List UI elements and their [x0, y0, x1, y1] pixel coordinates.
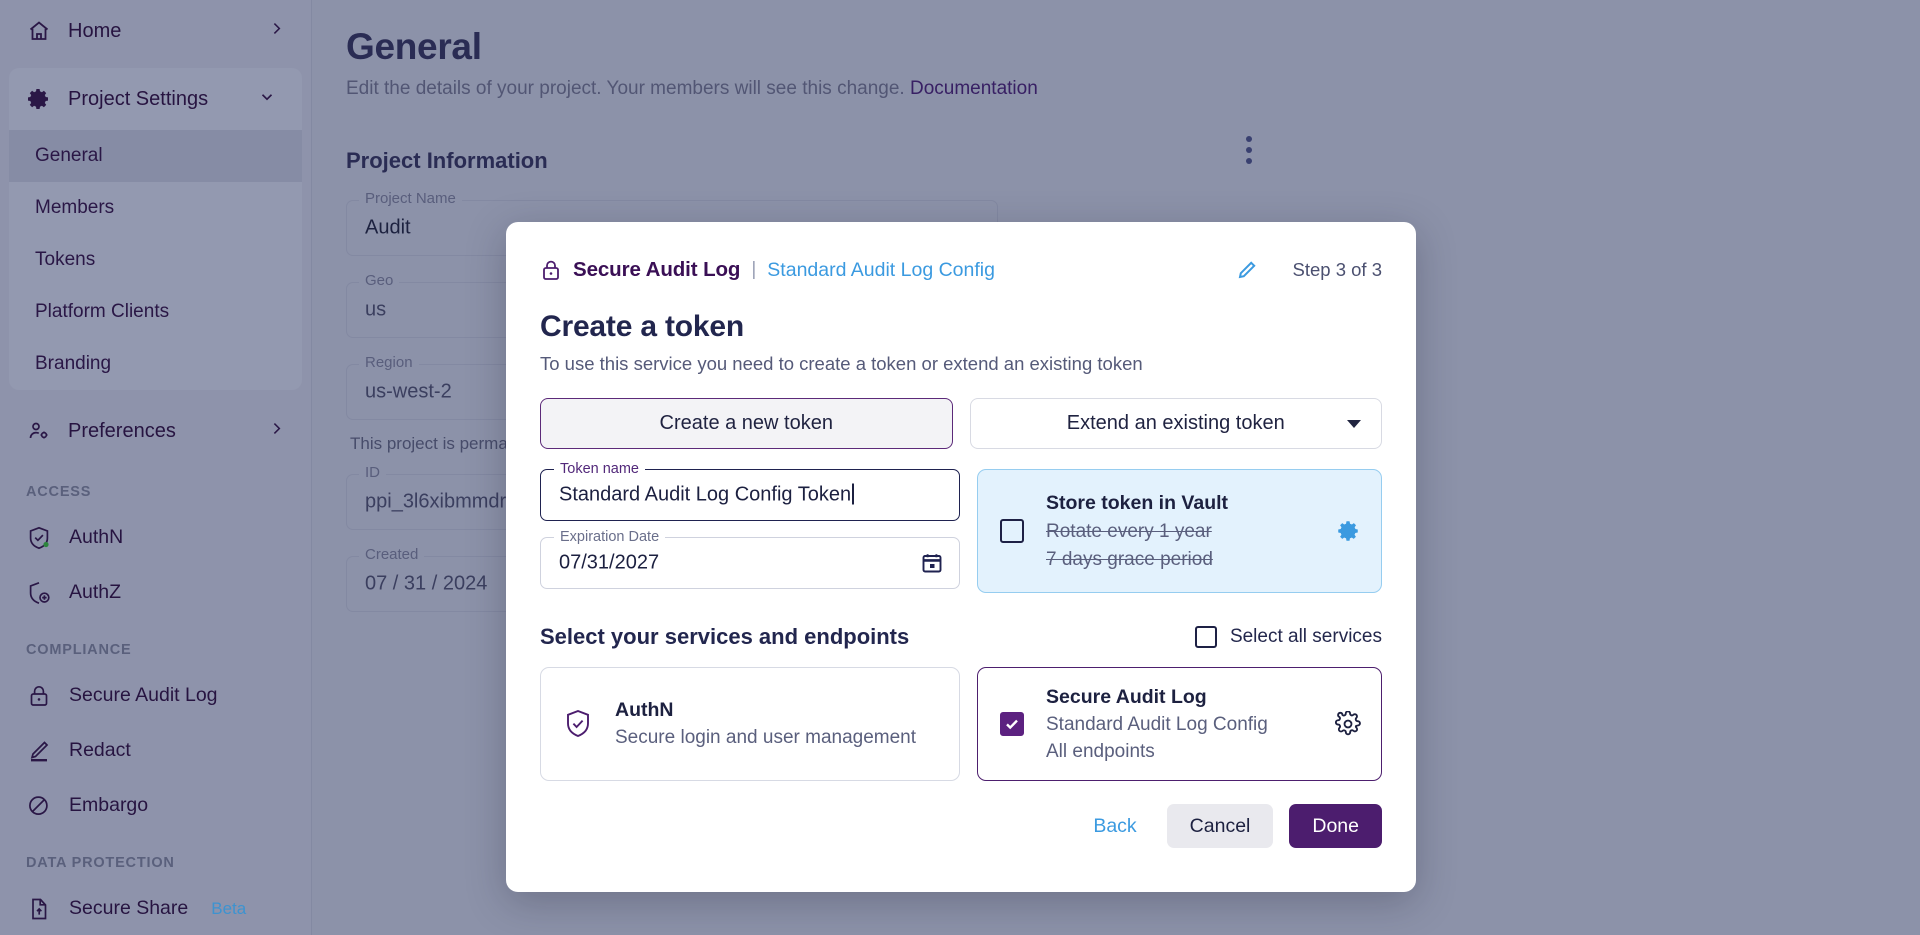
select-all-checkbox[interactable] [1194, 626, 1217, 648]
create-new-token-label: Create a new token [659, 412, 833, 434]
expiration-date-value: 07/31/2027 [559, 551, 660, 574]
token-name-label: Token name [554, 461, 645, 477]
token-details-row: Token name Standard Audit Log Config Tok… [540, 461, 1382, 593]
create-token-dialog: Secure Audit Log | Standard Audit Log Co… [506, 222, 1416, 892]
services-heading: Select your services and endpoints [540, 624, 910, 649]
extend-existing-token-label: Extend an existing token [1066, 412, 1285, 434]
cancel-button[interactable]: Cancel [1166, 804, 1274, 848]
service-card-secure-audit-log[interactable]: Secure Audit Log Standard Audit Log Conf… [977, 667, 1382, 781]
extend-existing-token-button[interactable]: Extend an existing token [969, 398, 1382, 449]
dialog-heading: Create a token [540, 310, 744, 343]
token-name-value-wrap: Standard Audit Log Config Token [559, 483, 854, 507]
service-detail: Secure login and user management [615, 727, 917, 748]
service-cards: AuthN Secure login and user management S… [540, 667, 1382, 781]
store-token-in-vault-card[interactable]: Store token in Vault Rotate every 1 year… [977, 469, 1382, 593]
create-new-token-button[interactable]: Create a new token [540, 398, 953, 449]
calendar-icon[interactable] [921, 552, 943, 574]
service-card-authn[interactable]: AuthN Secure login and user management [540, 667, 960, 781]
text-cursor [852, 483, 854, 505]
service-checkbox[interactable] [1000, 712, 1024, 736]
dialog-description: To use this service you need to create a… [540, 353, 1143, 374]
lock-icon [540, 258, 562, 282]
service-endpoints: All endpoints [1046, 740, 1155, 762]
vault-title: Store token in Vault [1046, 491, 1229, 514]
dialog-footer: Back Cancel Done [540, 804, 1382, 848]
service-name: Secure Audit Log [1046, 685, 1207, 708]
title-separator: | [751, 259, 757, 280]
dialog-service-title: Secure Audit Log [573, 258, 741, 281]
back-button[interactable]: Back [1079, 815, 1150, 838]
pencil-icon[interactable] [1237, 260, 1257, 280]
token-fields-column: Token name Standard Audit Log Config Tok… [540, 461, 960, 593]
vault-rotation: Rotate every 1 year [1046, 520, 1212, 542]
token-mode-toggle: Create a new token Extend an existing to… [540, 398, 1382, 449]
service-detail: Standard Audit Log Config [1046, 713, 1268, 735]
expiration-date-input[interactable]: Expiration Date 07/31/2027 [540, 529, 960, 589]
dialog-config-name[interactable]: Standard Audit Log Config [767, 259, 995, 282]
token-name-value: Standard Audit Log Config Token [559, 483, 852, 506]
services-header-row: Select your services and endpoints Selec… [540, 624, 1382, 650]
gear-icon[interactable] [1335, 518, 1361, 544]
expiration-date-label: Expiration Date [554, 529, 666, 545]
token-name-input[interactable]: Token name Standard Audit Log Config Tok… [540, 461, 960, 521]
step-indicator: Step 3 of 3 [1292, 259, 1382, 280]
dialog-header-right: Step 3 of 3 [1237, 259, 1382, 281]
dialog-header: Secure Audit Log | Standard Audit Log Co… [540, 255, 1382, 285]
shield-check-icon [563, 708, 593, 740]
gear-icon[interactable] [1334, 710, 1361, 737]
chevron-down-icon [1347, 419, 1361, 428]
select-all-label: Select all services [1229, 626, 1382, 647]
vault-text-block: Store token in Vault Rotate every 1 year… [1046, 492, 1228, 571]
service-text-block: AuthN Secure login and user management [615, 699, 916, 749]
select-all-services-control[interactable]: Select all services [1194, 626, 1382, 648]
vault-column: Store token in Vault Rotate every 1 year… [977, 469, 1382, 593]
vault-grace-period: 7 days grace period [1046, 548, 1213, 570]
service-name: AuthN [615, 699, 674, 721]
done-button[interactable]: Done [1289, 804, 1382, 848]
vault-checkbox[interactable] [1000, 519, 1024, 543]
service-text-block: Secure Audit Log Standard Audit Log Conf… [1046, 686, 1268, 763]
